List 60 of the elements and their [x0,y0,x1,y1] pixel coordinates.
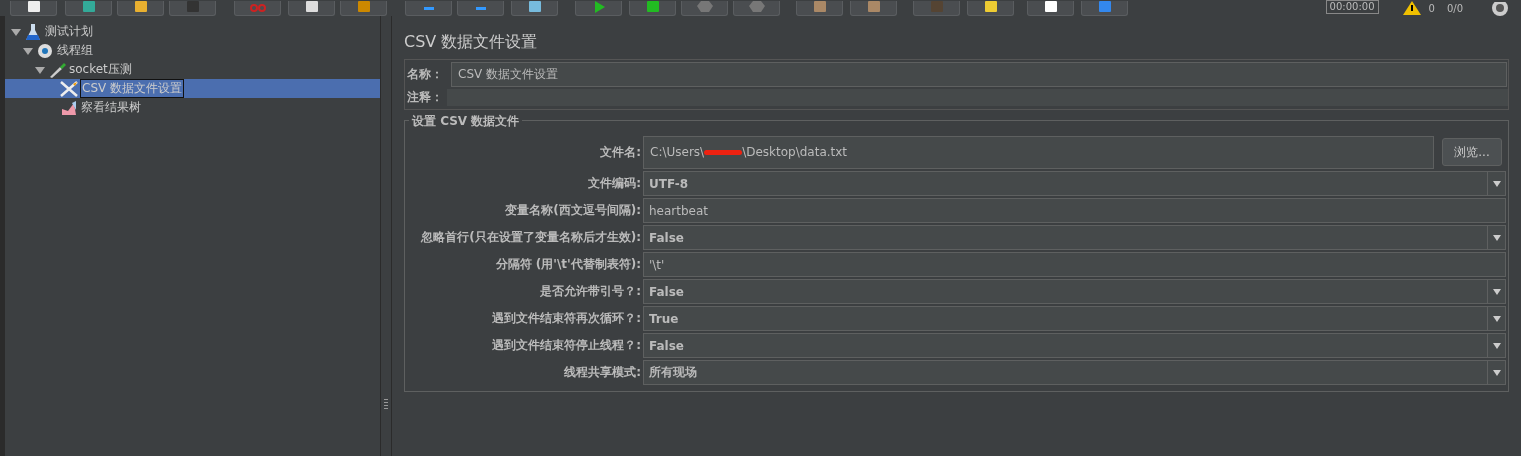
dropdown[interactable]: UTF-8 [643,171,1506,196]
chart-icon [60,99,78,116]
thread-count: 0/0 [1446,3,1463,14]
dropdown-arrow-icon [1492,342,1501,349]
stop-icon [696,1,713,13]
expanded-icon[interactable] [23,45,33,56]
field-label: 是否允许带引号？: [539,283,642,300]
field-label: 文件名: [599,143,642,161]
tree-item[interactable]: 察看结果树 [5,98,380,117]
dropdown[interactable]: False [643,279,1506,304]
tree-item[interactable]: 测试计划 [5,22,380,41]
dropdown[interactable]: False [643,333,1506,358]
name-field[interactable]: CSV 数据文件设置 [451,62,1507,87]
toolbar-button[interactable] [10,1,57,16]
toolbar-button[interactable] [288,1,335,16]
field-label: 遇到文件结束符再次循环？: [491,310,642,327]
text-field[interactable]: '\t' [643,252,1506,277]
pipette-icon [48,61,66,78]
field-label: 名称： [406,66,444,83]
splitter-handle[interactable] [384,399,388,411]
expanded-icon[interactable] [35,64,45,75]
file-path-field[interactable]: C:\Users\ \Desktop\data.txt [643,135,1434,169]
path-text: \Desktop\data.txt [742,145,848,159]
dropdown-arrow-icon [1492,288,1501,295]
field-label: 线程共享模式: [563,364,642,381]
tree-item[interactable]: 线程组 [5,41,380,60]
tools-icon [60,80,78,97]
tree-item[interactable]: CSV 数据文件设置 [5,79,380,98]
toolbar-button[interactable] [117,1,164,16]
field-label: 忽略首行(只在设置了变量名称后才生效): [419,229,642,246]
toolbar-button[interactable] [1027,1,1074,16]
path-text: C:\Users\ [650,145,705,159]
expanded-icon[interactable] [11,26,21,37]
toolbar-button[interactable] [967,1,1014,16]
tree-item[interactable]: socket压测 [5,60,380,79]
field-label: 变量名称(西文逗号间隔): [504,202,642,219]
text-field[interactable]: heartbeat [643,198,1506,223]
panel-title: CSV 数据文件设置 [404,31,539,53]
dropdown[interactable]: True [643,306,1506,331]
field-label: 注释： [406,88,444,106]
dropdown-arrow-icon [1492,369,1501,376]
group-title: 设置 CSV 数据文件 [409,113,523,130]
dropdown-arrow-icon [1492,180,1501,187]
warning-count: 0 [1428,3,1435,14]
flask-icon [24,23,42,40]
field-label: 文件编码: [587,175,642,192]
gear-icon [36,42,54,59]
field-label: 遇到文件结束符停止线程？: [491,337,642,354]
browse-button[interactable]: 浏览... [1442,138,1502,166]
elapsed-time: 00:00:00 [1325,0,1379,14]
scissors-icon [249,1,266,13]
field-label: 分隔符 (用'\t'代替制表符): [494,256,642,273]
dropdown[interactable]: False [643,225,1506,250]
toolbar-button[interactable] [511,1,558,16]
warning-icon[interactable] [1402,1,1421,15]
dropdown[interactable]: 所有现场 [643,360,1506,385]
stop-icon [748,1,765,13]
dropdown-arrow-icon [1492,315,1501,322]
dropdown-arrow-icon [1492,234,1501,241]
comment-field[interactable] [447,88,1508,106]
